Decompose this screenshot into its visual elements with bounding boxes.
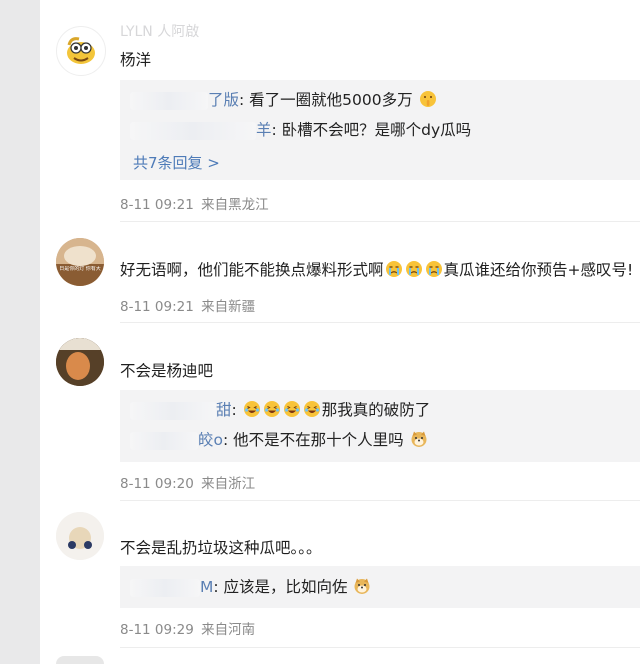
comment-text: 杨洋 xyxy=(120,51,152,69)
divider xyxy=(120,221,640,222)
photo-avatar-icon xyxy=(56,238,104,286)
crying-face-emoji-icon xyxy=(405,261,422,277)
reply-username[interactable]: 甜 xyxy=(216,401,232,419)
laughing-tears-emoji-icon xyxy=(283,401,300,417)
comment-panel: LYLN 人阿啟 杨洋 了版: 看了一圈就他5000多万 羊: 卧槽不会吧？是哪… xyxy=(40,0,640,664)
blurred-username xyxy=(130,91,208,110)
reply-line: 甜: 那我真的破防了 xyxy=(130,400,430,420)
reply-text: : 看了一圈就他5000多万 xyxy=(239,91,413,109)
divider xyxy=(120,322,640,323)
blurred-username xyxy=(130,401,216,420)
comment-time: 8-11 09:21 xyxy=(120,299,194,315)
reply-text: : 他不是不在那十个人里吗 xyxy=(222,431,404,449)
user-avatar[interactable] xyxy=(56,338,104,386)
user-avatar[interactable]: 日是你的灯 你有大 xyxy=(56,238,104,286)
reply-line: 皎o: 他不是不在那十个人里吗 xyxy=(130,430,429,450)
reply-text: : xyxy=(231,401,237,419)
comment-meta: 8-11 09:21 来自黑龙江 xyxy=(120,193,269,213)
user-avatar[interactable] xyxy=(56,656,104,664)
reply-line: M: 应该是，比如向佐 xyxy=(130,577,372,597)
more-replies-link[interactable]: 共7条回复 > xyxy=(133,152,220,173)
crying-face-emoji-icon xyxy=(425,261,442,277)
reply-username[interactable]: 羊 xyxy=(256,121,272,139)
reply-text: : 应该是，比如向佐 xyxy=(213,578,348,596)
comment-location: 来自黑龙江 xyxy=(201,197,269,213)
divider xyxy=(120,500,640,501)
comment-author-fragment[interactable]: LYLN 人阿啟 xyxy=(120,24,199,40)
photo-avatar-icon xyxy=(56,512,104,560)
comment-text: 不会是乱扔垃圾这种瓜吧。。。 xyxy=(120,539,322,557)
reply-box: 甜: 那我真的破防了 皎o: 他不是不在那十个人里吗 xyxy=(120,390,640,462)
comment-meta: 8-11 09:21 来自新疆 xyxy=(120,295,255,315)
reply-box: 了版: 看了一圈就他5000多万 羊: 卧槽不会吧？是哪个dy瓜吗 共7条回复 … xyxy=(120,80,640,180)
blurred-username xyxy=(130,578,200,597)
comment-meta: 8-11 09:29 来自河南 xyxy=(120,618,255,638)
doge-emoji-icon xyxy=(354,578,370,594)
reply-box: M: 应该是，比如向佐 xyxy=(120,566,640,608)
laughing-tears-emoji-icon xyxy=(263,401,280,417)
divider xyxy=(120,647,640,648)
reply-text: 那我真的破防了 xyxy=(321,401,431,419)
comment-meta: 8-11 09:20 来自浙江 xyxy=(120,472,255,492)
reply-username[interactable]: 了版 xyxy=(208,91,239,109)
comment-location: 来自河南 xyxy=(201,622,256,638)
comment-location: 来自新疆 xyxy=(201,299,256,315)
comment-text: 不会是杨迪吧 xyxy=(120,362,214,380)
laughing-tears-emoji-icon xyxy=(303,401,320,417)
reply-text: : 卧槽不会吧？是哪个dy瓜吗 xyxy=(271,121,472,139)
comment-text-part: 真瓜谁还给你预告+感叹号! xyxy=(443,261,634,279)
comment-location: 来自浙江 xyxy=(201,476,256,492)
comment-time: 8-11 09:20 xyxy=(120,476,194,492)
reply-username[interactable]: M xyxy=(200,578,213,596)
cartoon-avatar-icon xyxy=(67,37,95,64)
reply-line: 了版: 看了一圈就他5000多万 xyxy=(130,90,438,110)
doge-emoji-icon xyxy=(411,431,427,447)
user-avatar[interactable] xyxy=(56,26,106,76)
user-avatar[interactable] xyxy=(56,512,104,560)
comment-text-part: 好无语啊，他们能不能换点爆料形式啊 xyxy=(120,261,384,279)
photo-avatar-icon xyxy=(56,338,104,386)
avatar-caption: 日是你的灯 你有大 xyxy=(59,266,101,272)
reply-username[interactable]: 皎o xyxy=(198,431,223,449)
laughing-tears-emoji-icon xyxy=(243,401,260,417)
comment-text: 好无语啊，他们能不能换点爆料形式啊 真瓜谁还给你预告+感叹号! xyxy=(120,260,633,280)
comment-time: 8-11 09:21 xyxy=(120,197,194,213)
blurred-username xyxy=(130,431,198,450)
shushing-face-emoji-icon xyxy=(419,91,436,107)
reply-line: 羊: 卧槽不会吧？是哪个dy瓜吗 xyxy=(130,120,471,140)
comment-time: 8-11 09:29 xyxy=(120,622,194,638)
crying-face-emoji-icon xyxy=(385,261,402,277)
blurred-username xyxy=(130,121,256,140)
